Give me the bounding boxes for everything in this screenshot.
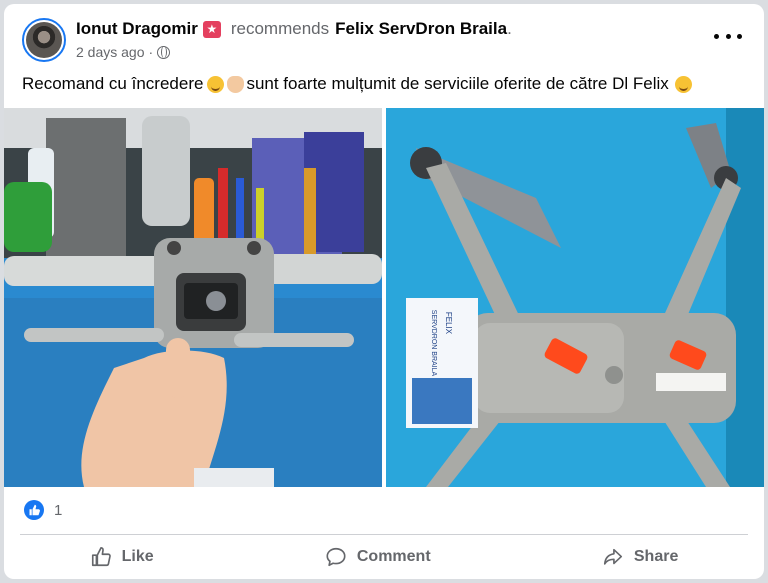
post-card: Ionut Dragomir recommends Felix ServDron… (4, 4, 764, 579)
post-actions-bar: Like Comment Share (4, 539, 764, 575)
photo-drone-front[interactable] (4, 108, 382, 487)
drone-front-illustration (4, 108, 382, 487)
post-title-line: Ionut Dragomir recommends Felix ServDron… (76, 19, 512, 39)
reaction-summary[interactable]: 1 (24, 500, 62, 520)
recommend-badge-icon (202, 20, 221, 38)
thumbs-up-icon (91, 547, 111, 567)
post-meta: 2 days ago · (76, 44, 171, 60)
grinning-face-icon (207, 75, 225, 93)
relieved-face-icon (674, 75, 692, 93)
reaction-count: 1 (54, 501, 63, 519)
recommends-label: recommends (230, 19, 330, 38)
avatar-photo (26, 22, 62, 58)
share-button[interactable]: Share (584, 540, 696, 574)
share-label: Share (633, 548, 679, 565)
meta-separator: · (148, 44, 154, 60)
public-audience-globe-icon[interactable] (157, 45, 171, 59)
post-header: Ionut Dragomir recommends Felix ServDron… (4, 4, 764, 70)
post-text-part2: sunt foarte mulțumit de serviciile oferi… (246, 74, 669, 93)
comment-bubble-icon (326, 547, 346, 567)
post-text-part1: Recomand cu încredere (22, 74, 204, 93)
share-arrow-icon (603, 548, 622, 565)
more-options-button[interactable] (714, 26, 742, 46)
actions-divider (20, 534, 748, 535)
author-name[interactable]: Ionut Dragomir (76, 19, 198, 39)
post-timestamp[interactable]: 2 days ago (76, 44, 145, 60)
drone-top-illustration: FELIX SERVDRON BRAILA (386, 108, 764, 487)
author-avatar[interactable] (22, 18, 66, 62)
ok-hand-icon (227, 75, 245, 93)
page-name-link[interactable]: Felix ServDron Braila (335, 19, 507, 39)
comment-label: Comment (356, 548, 431, 565)
business-card-brand: FELIX (444, 312, 453, 335)
business-card-name: SERVDRON BRAILA (430, 310, 437, 377)
like-reaction-icon (24, 500, 44, 520)
like-label: Like (121, 548, 154, 565)
comment-button[interactable]: Comment (307, 540, 449, 574)
more-dot-icon (714, 33, 719, 39)
photo-drone-top[interactable]: FELIX SERVDRON BRAILA (386, 108, 764, 487)
title-trailing-dot: . (507, 19, 512, 38)
more-dot-icon (725, 33, 731, 39)
post-body-text: Recomand cu încredere sunt foarte mulțum… (22, 74, 694, 94)
like-button[interactable]: Like (72, 540, 172, 574)
more-dot-icon (737, 33, 742, 39)
photo-grid: FELIX SERVDRON BRAILA (4, 108, 764, 487)
